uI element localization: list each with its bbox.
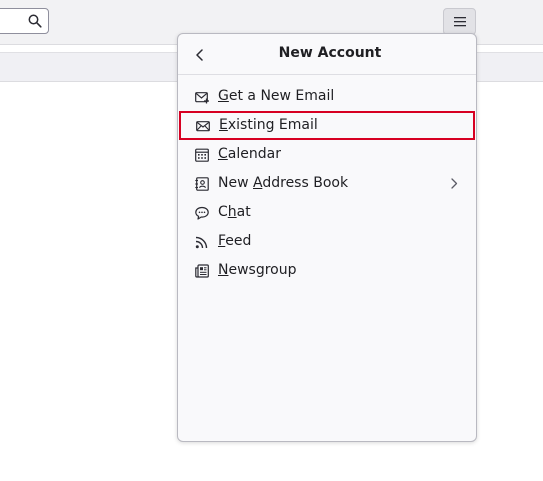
hamburger-icon [454, 17, 466, 27]
new-account-panel: New Account Get a New Email Existing Ema… [177, 33, 477, 442]
menu-item-existing-email[interactable]: Existing Email [179, 111, 475, 140]
menu-item-label: Newsgroup [218, 262, 297, 278]
menu-item-feed[interactable]: Feed [178, 227, 476, 256]
menu-item-label: Calendar [218, 146, 281, 162]
panel-header: New Account [178, 34, 476, 75]
feed-icon [195, 236, 208, 249]
menu-item-chat[interactable]: Chat [178, 198, 476, 227]
menu-item-calendar[interactable]: Calendar [178, 140, 476, 169]
new-email-icon [195, 92, 209, 104]
menu-item-label: Get a New Email [218, 88, 335, 104]
envelope-icon [196, 121, 210, 132]
search-input[interactable] [0, 8, 49, 34]
address-book-icon [195, 177, 209, 191]
menu-item-label: Existing Email [219, 117, 318, 133]
menu-item-label: Feed [218, 233, 252, 249]
menu-item-new-address-book[interactable]: New Address Book [178, 169, 476, 198]
chat-icon [195, 206, 209, 220]
menu-item-label: New Address Book [218, 175, 349, 191]
calendar-icon [195, 148, 209, 162]
menu-item-get-new-email[interactable]: Get a New Email [178, 82, 476, 111]
menu-item-label: Chat [218, 204, 251, 220]
newsgroup-icon [195, 264, 209, 278]
chevron-right-icon [451, 178, 458, 189]
menu-item-newsgroup[interactable]: Newsgroup [178, 256, 476, 285]
new-account-menu: Get a New Email Existing Email Calendar … [178, 82, 476, 285]
app-menu-button[interactable] [443, 8, 476, 35]
panel-title: New Account [278, 45, 382, 61]
search-icon [28, 14, 42, 28]
